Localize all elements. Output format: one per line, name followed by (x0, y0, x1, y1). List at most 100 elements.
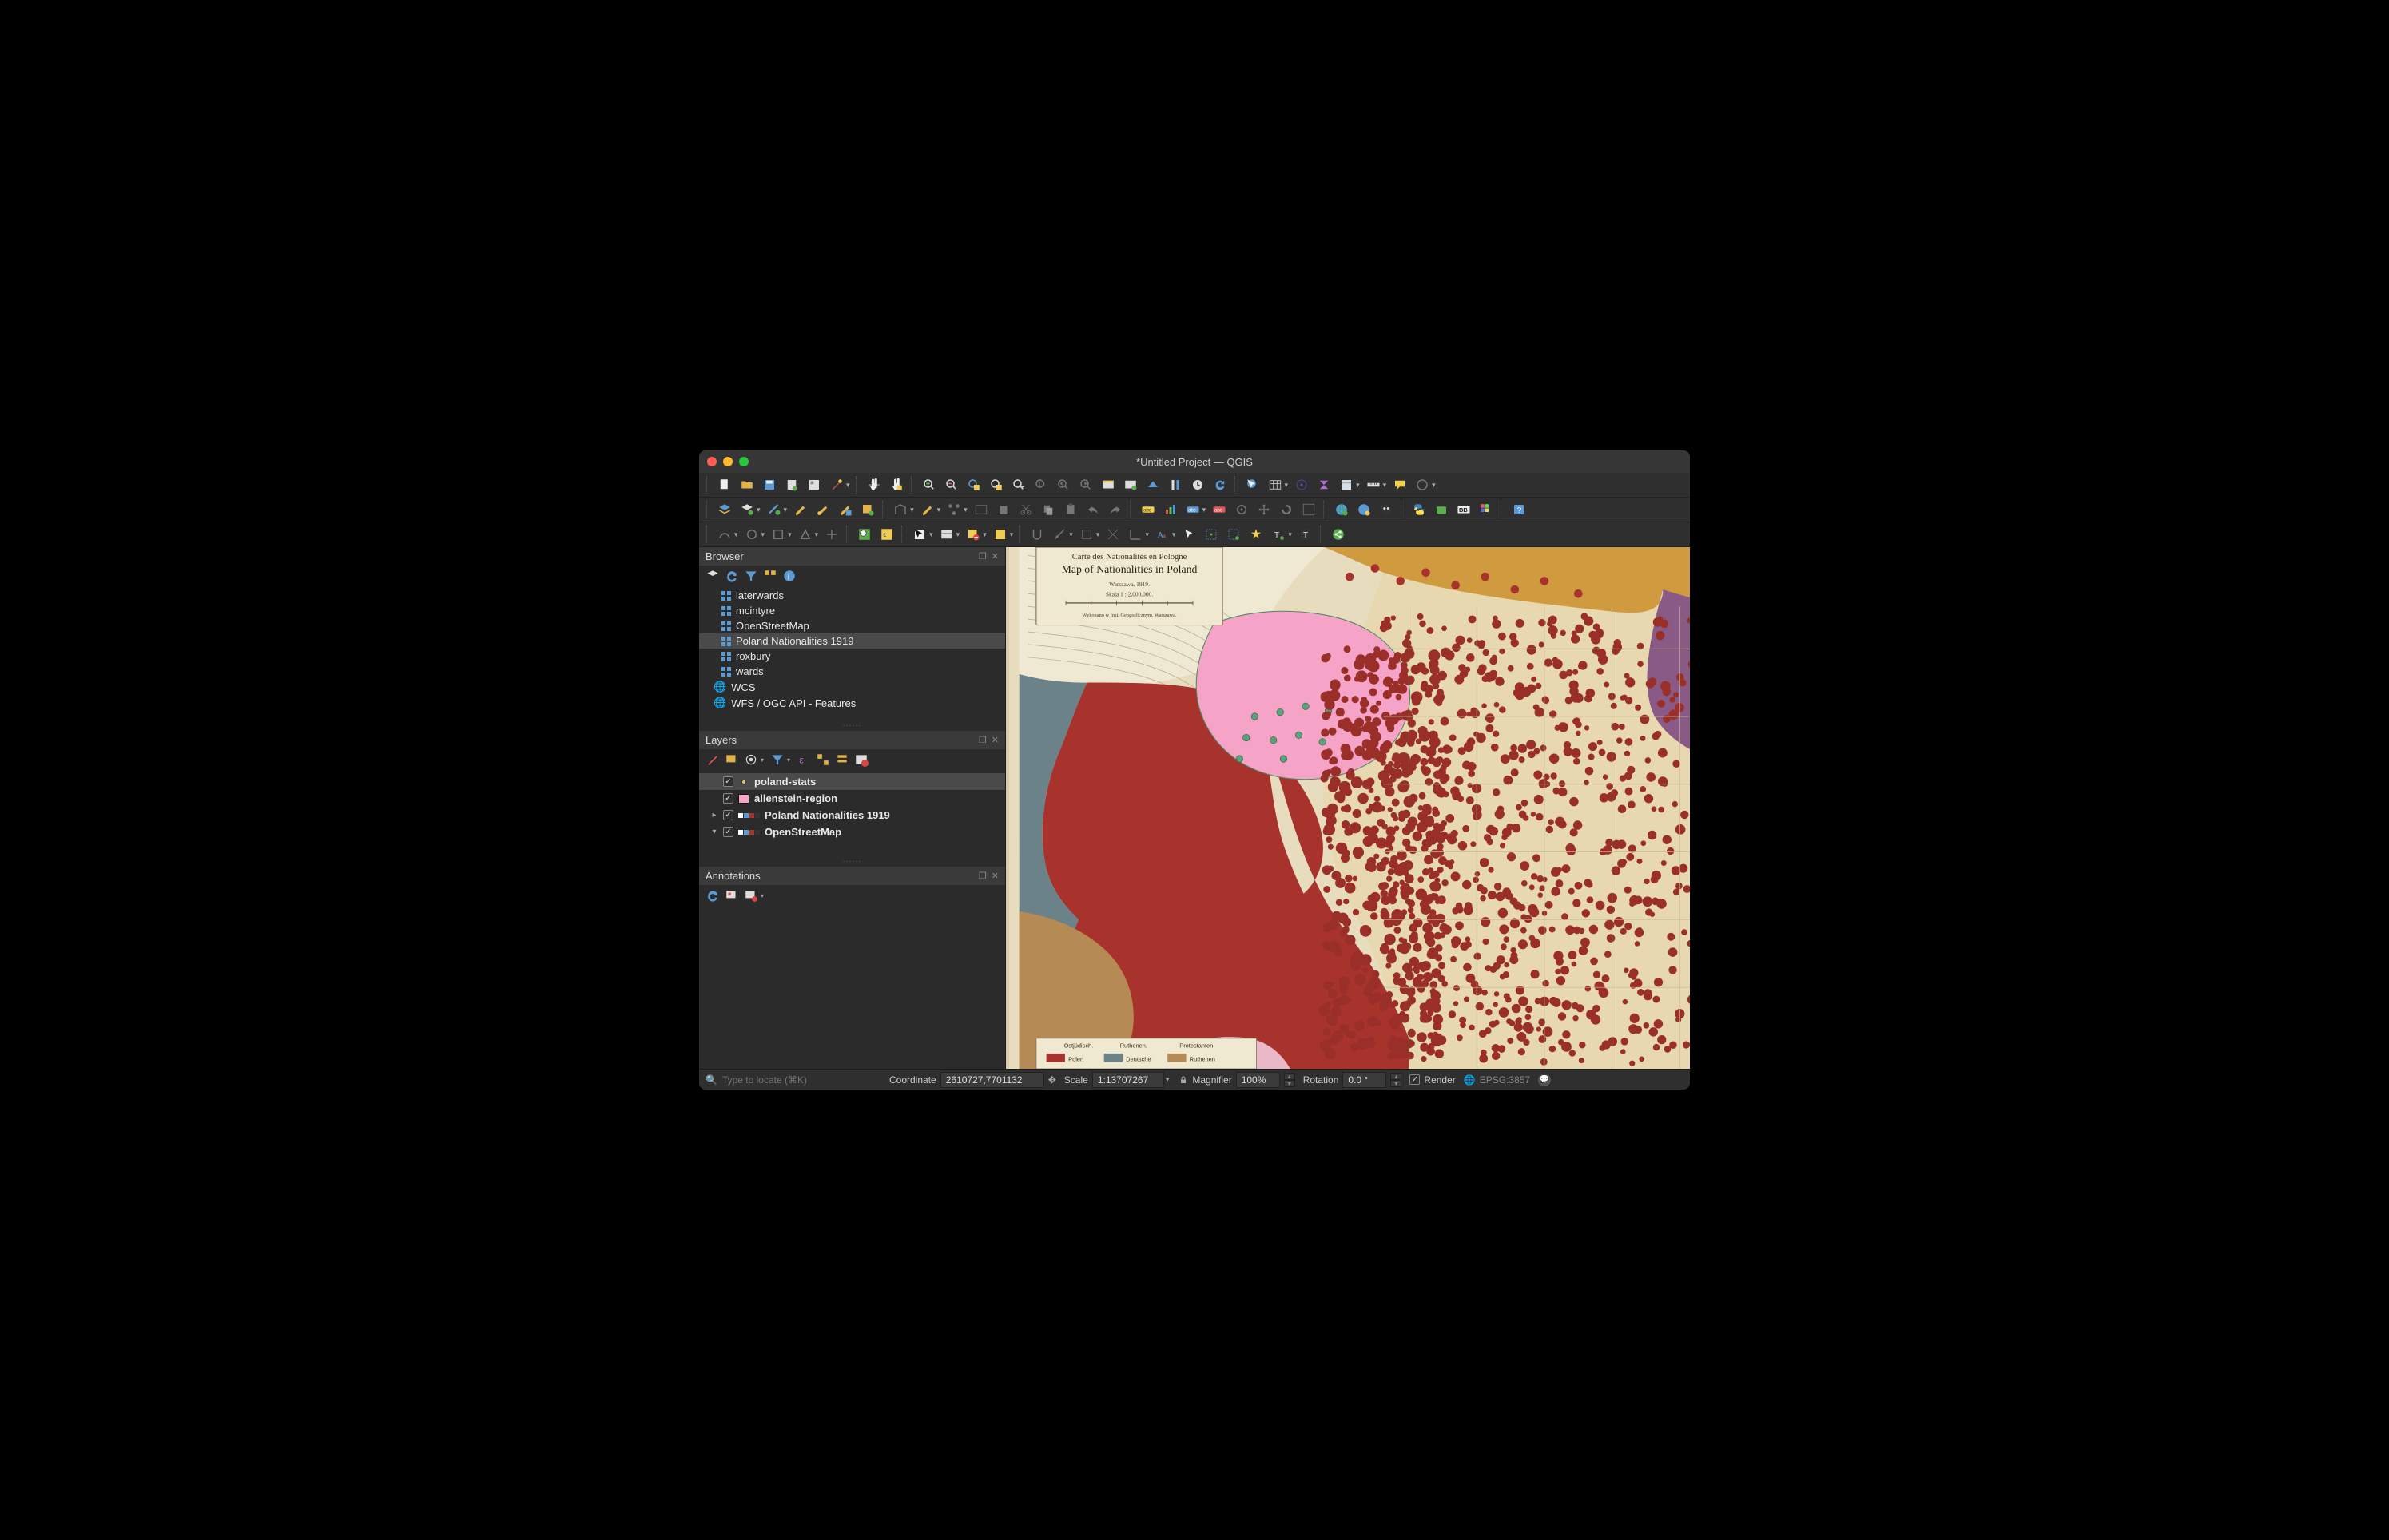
browser-item[interactable]: 🌐WCS (699, 679, 1005, 695)
refresh-icon[interactable] (706, 888, 720, 903)
toggle-editing-button[interactable] (813, 500, 833, 519)
label-pin-button[interactable]: abc (1209, 500, 1230, 519)
locator[interactable]: 🔍 (706, 1074, 881, 1086)
field-calculator-button[interactable] (1291, 475, 1312, 494)
delete-selected-button[interactable] (993, 500, 1014, 519)
refresh-button[interactable] (1210, 475, 1230, 494)
visibility-checkbox[interactable]: ✓ (723, 810, 733, 820)
modify-attributes-button[interactable] (971, 500, 992, 519)
show-layout-manager-button[interactable] (804, 475, 825, 494)
render-checkbox[interactable]: ✓ (1409, 1074, 1420, 1085)
redo-button[interactable] (1105, 500, 1126, 519)
advanced-digitize-2[interactable] (741, 525, 762, 544)
lock-icon[interactable] (1179, 1075, 1188, 1085)
browser-item[interactable]: OpenStreetMap (699, 618, 1005, 633)
annotation-layer-icon[interactable] (725, 888, 739, 903)
browser-item[interactable]: Poland Nationalities 1919 (699, 633, 1005, 649)
bb-plugin-button[interactable]: BB (1453, 500, 1474, 519)
remove-layer-icon[interactable] (854, 752, 869, 767)
new-map-view-button[interactable] (1098, 475, 1119, 494)
data-source-manager-button[interactable] (714, 500, 735, 519)
browser-item[interactable]: mcintyre (699, 603, 1005, 618)
new-3d-map-view-button[interactable] (1143, 475, 1163, 494)
panel-resize-handle[interactable]: ······ (699, 859, 1005, 867)
layer-row[interactable]: ▸✓Poland Nationalities 1919 (699, 807, 1005, 824)
annotation-line-button[interactable] (1223, 525, 1244, 544)
panel-resize-handle[interactable]: ······ (699, 723, 1005, 731)
new-project-button[interactable] (714, 475, 735, 494)
style-manager-button[interactable] (826, 475, 847, 494)
crs-label[interactable]: EPSG:3857 (1480, 1074, 1530, 1086)
open-layer-styling-icon[interactable] (706, 752, 720, 767)
layer-row[interactable]: ✓poland-stats (699, 773, 1005, 790)
share-button[interactable] (1328, 525, 1349, 544)
manage-visibility-icon[interactable] (744, 752, 758, 767)
layers-panel-header[interactable]: Layers ❐✕ (699, 731, 1005, 749)
refresh-icon[interactable] (725, 569, 739, 583)
magnifier-spinner[interactable]: ▲▼ (1284, 1073, 1295, 1087)
pan-to-selection-button[interactable] (886, 475, 907, 494)
browser-item[interactable]: roxbury (699, 649, 1005, 664)
zoom-to-selection-button[interactable] (986, 475, 1007, 494)
scale-input[interactable] (1092, 1072, 1164, 1088)
undock-icon[interactable]: ❐ (979, 871, 987, 881)
advanced-digitize-1[interactable] (714, 525, 735, 544)
label-highlight-button[interactable]: abc (1183, 500, 1203, 519)
close-panel-icon[interactable]: ✕ (992, 551, 999, 562)
select-all-button[interactable] (990, 525, 1011, 544)
add-wms-layer-button[interactable] (1331, 500, 1352, 519)
annotation-marker-button[interactable] (1201, 525, 1222, 544)
digitize-shape-button[interactable] (890, 500, 911, 519)
snapping-2[interactable] (1049, 525, 1070, 544)
close-panel-icon[interactable]: ✕ (992, 735, 999, 745)
messages-button[interactable]: 💬 (1538, 1074, 1551, 1086)
toggle-extents-icon[interactable]: ✥ (1048, 1074, 1056, 1086)
locator-input[interactable] (722, 1074, 866, 1086)
statistical-summary-button[interactable] (1314, 475, 1334, 494)
temporal-controller-button[interactable] (1165, 475, 1186, 494)
show-hide-labels-button[interactable] (1231, 500, 1252, 519)
rotation-spinner[interactable]: ▲▼ (1390, 1073, 1401, 1087)
processing-toolbox-button[interactable] (1336, 475, 1357, 494)
visibility-checkbox[interactable]: ✓ (723, 793, 733, 804)
measure-line-button[interactable] (1363, 475, 1384, 494)
zoom-out-button[interactable] (941, 475, 962, 494)
collapse-all-icon[interactable] (835, 752, 849, 767)
filter-icon[interactable] (744, 569, 758, 583)
undo-button[interactable] (1083, 500, 1103, 519)
browser-tree[interactable]: laterwardsmcintyreOpenStreetMapPoland Na… (699, 586, 1005, 723)
vertex-tool-button[interactable] (944, 500, 964, 519)
map-canvas[interactable]: Carte des Nationalités en Pologne Map of… (1006, 547, 1690, 1069)
add-feature-button[interactable] (917, 500, 938, 519)
advanced-digitize-4[interactable] (795, 525, 816, 544)
zoom-to-layer-button[interactable] (1008, 475, 1029, 494)
browser-panel-header[interactable]: Browser ❐✕ (699, 547, 1005, 566)
expander-icon[interactable]: ▸ (710, 811, 718, 820)
browser-item[interactable]: wards (699, 664, 1005, 679)
snapping-3[interactable] (1076, 525, 1097, 544)
select-by-expression-button[interactable]: ε (876, 525, 897, 544)
layers-list[interactable]: ✓poland-stats✓allenstein-region▸✓Poland … (699, 770, 1005, 843)
annotation-edit-text-button[interactable]: T (1295, 525, 1316, 544)
deselect-all-button[interactable] (963, 525, 984, 544)
metasearch-button[interactable] (1376, 500, 1397, 519)
zoom-in-button[interactable] (919, 475, 940, 494)
annotation-text-at-point-button[interactable]: T (1268, 525, 1289, 544)
plugins-button[interactable] (1431, 500, 1452, 519)
map-tips-button[interactable] (1389, 475, 1410, 494)
snapping-5[interactable] (1125, 525, 1146, 544)
select-features-button[interactable] (854, 525, 875, 544)
new-print-layout-button[interactable] (781, 475, 802, 494)
layer-row[interactable]: ▾✓OpenStreetMap (699, 824, 1005, 840)
identify-button[interactable]: i (1242, 475, 1263, 494)
snapping-1[interactable] (1027, 525, 1047, 544)
expander-icon[interactable]: ▾ (710, 828, 718, 836)
annotation-favorite-button[interactable] (1246, 525, 1266, 544)
filter-expression-icon[interactable]: ε (797, 752, 811, 767)
temporal-navigation-button[interactable] (1187, 475, 1208, 494)
rotation-input[interactable] (1342, 1072, 1386, 1088)
annotations-panel-header[interactable]: Annotations ❐✕ (699, 867, 1005, 885)
visibility-checkbox[interactable]: ✓ (723, 776, 733, 787)
collapse-all-icon[interactable] (763, 569, 777, 583)
layer-row[interactable]: ✓allenstein-region (699, 790, 1005, 807)
